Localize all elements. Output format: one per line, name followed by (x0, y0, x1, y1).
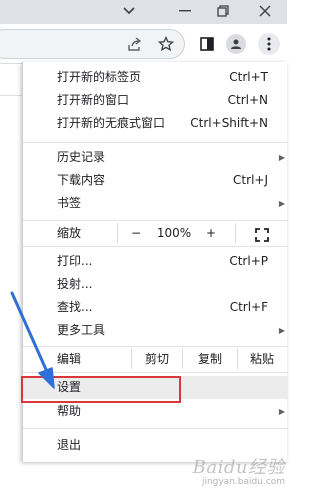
menu-separator (23, 372, 288, 373)
submenu-arrow-icon: ▶ (278, 407, 285, 416)
watermark-logo: Baidu经验 (192, 457, 285, 478)
menu-separator (23, 246, 288, 247)
paste-button[interactable]: 粘贴 (238, 347, 286, 371)
restore-icon (217, 5, 229, 17)
menu-item-label: 打开新的标签页 (57, 70, 142, 84)
menu-item-shortcut: Ctrl+Shift+N (190, 116, 268, 130)
profile-icon (231, 39, 241, 49)
menu-item-shortcut: Ctrl+N (227, 93, 268, 107)
highlight-box (21, 376, 181, 403)
menu-item-new-incognito-window[interactable]: 打开新的无痕式窗口 Ctrl+Shift+N (23, 112, 288, 135)
zoom-level: 100% (156, 226, 192, 240)
menu-item-print[interactable]: 打印... Ctrl+P (23, 250, 288, 273)
star-icon (158, 36, 174, 52)
minimize-button[interactable] (168, 0, 202, 22)
edit-row: 编辑 剪切 复制 粘贴 (23, 347, 288, 371)
menu-item-label: 打开新的窗口 (57, 93, 130, 107)
side-panel-icon (200, 37, 214, 51)
bookmark-star-button[interactable] (155, 33, 177, 55)
menu-item-history[interactable]: 历史记录 ▶ (23, 146, 288, 169)
zoom-row: 缩放 − 100% + (23, 221, 288, 245)
close-button[interactable] (248, 0, 282, 22)
cut-button[interactable]: 剪切 (132, 347, 182, 371)
menu-separator (23, 142, 288, 143)
title-bar (0, 0, 287, 24)
chrome-menu-button[interactable] (258, 33, 280, 55)
menu-item-label: 帮助 (57, 404, 82, 418)
menu-item-shortcut: Ctrl+P (229, 254, 268, 268)
menu-item-label: 退出 (57, 438, 82, 452)
zoom-in-button[interactable]: + (199, 221, 223, 245)
page-divider (0, 95, 22, 96)
share-button[interactable] (124, 33, 146, 55)
menu-item-bookmarks[interactable]: 书签 ▶ (23, 192, 288, 215)
edit-label: 编辑 (57, 352, 82, 366)
side-panel-button[interactable] (196, 33, 218, 55)
share-icon (128, 37, 142, 51)
tab-search-button[interactable] (112, 0, 146, 22)
copy-button[interactable]: 复制 (183, 347, 237, 371)
submenu-arrow-icon: ▶ (278, 199, 285, 208)
menu-item-label: 投射... (57, 277, 93, 291)
chevron-down-icon (123, 7, 135, 15)
fullscreen-icon (255, 228, 269, 242)
fullscreen-button[interactable] (251, 221, 273, 245)
menu-item-label: 打开新的无痕式窗口 (57, 116, 166, 130)
menu-item-label: 历史记录 (57, 150, 106, 164)
menu-item-new-tab[interactable]: 打开新的标签页 Ctrl+T (23, 66, 288, 89)
submenu-arrow-icon: ▶ (278, 153, 285, 162)
menu-item-help[interactable]: 帮助 ▶ (23, 400, 288, 423)
menu-item-cast[interactable]: 投射... (23, 273, 288, 296)
zoom-divider (117, 223, 118, 243)
zoom-label: 缩放 (57, 226, 82, 240)
restore-button[interactable] (206, 0, 240, 22)
menu-item-label: 书签 (57, 196, 82, 210)
zoom-out-button[interactable]: − (123, 221, 149, 245)
profile-button[interactable] (225, 33, 247, 55)
menu-separator (23, 428, 288, 429)
minimize-icon (179, 10, 191, 12)
menu-item-more-tools[interactable]: 更多工具 ▶ (23, 319, 288, 342)
avatar (226, 34, 246, 54)
menu-item-shortcut: Ctrl+T (229, 70, 268, 84)
menu-item-label: 打印... (57, 254, 93, 268)
zoom-divider (235, 223, 236, 243)
submenu-arrow-icon: ▶ (278, 326, 285, 335)
kebab-menu-icon (267, 37, 271, 51)
menu-item-label: 查找... (57, 300, 93, 314)
watermark: Baidu经验 jingyan.baidu.com (170, 453, 285, 493)
menu-item-label: 更多工具 (57, 323, 106, 337)
menu-item-new-window[interactable]: 打开新的窗口 Ctrl+N (23, 89, 288, 112)
watermark-url: jingyan.baidu.com (201, 477, 285, 487)
menu-item-label: 下载内容 (57, 173, 106, 187)
menu-item-shortcut: Ctrl+F (229, 300, 268, 314)
browser-toolbar (0, 24, 287, 64)
close-icon (259, 5, 271, 17)
menu-item-find[interactable]: 查找... Ctrl+F (23, 296, 288, 319)
menu-item-shortcut: Ctrl+J (233, 173, 268, 187)
menu-item-downloads[interactable]: 下载内容 Ctrl+J (23, 169, 288, 192)
